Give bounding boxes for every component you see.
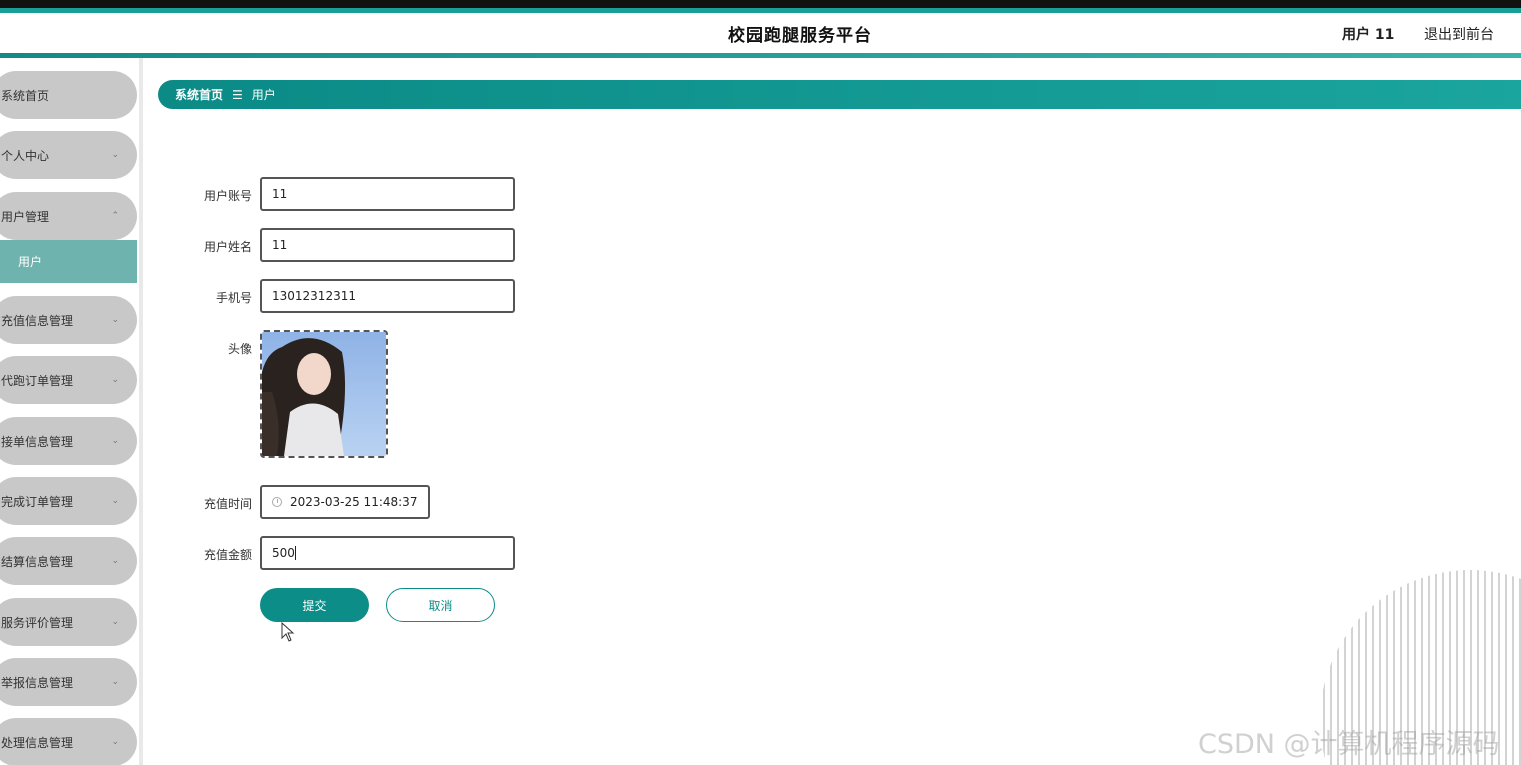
sidebar-subitem-label: 用户	[18, 255, 43, 269]
avatar-image	[262, 332, 386, 456]
sidebar-item-label: 完成订单管理	[1, 494, 74, 509]
chevron-down-icon: ⌄	[111, 617, 119, 627]
sidebar-item-reviews[interactable]: 服务评价管理 ⌄	[0, 598, 137, 646]
current-user: 用户 11	[1342, 27, 1395, 43]
avatar-upload[interactable]	[260, 330, 388, 458]
sidebar-item-completed-orders[interactable]: 完成订单管理 ⌄	[0, 477, 137, 525]
phone-label: 手机号	[215, 291, 252, 305]
sidebar: 系统首页 个人中心 ⌄ 用户管理 ⌃ 用户 充值信息管理 ⌄ 代跑订单管理 ⌄ …	[0, 58, 143, 765]
sidebar-item-accepted-orders[interactable]: 接单信息管理 ⌄	[0, 417, 137, 465]
sidebar-item-home[interactable]: 系统首页	[0, 71, 137, 119]
chevron-down-icon: ⌄	[111, 496, 119, 506]
chevron-down-icon: ⌄	[111, 677, 119, 687]
sidebar-item-label: 处理信息管理	[1, 735, 74, 750]
phone-input[interactable]: 13012312311	[260, 279, 515, 313]
sidebar-subitem-user[interactable]: 用户	[0, 240, 137, 283]
avatar-label: 头像	[227, 342, 252, 356]
sidebar-item-recharge[interactable]: 充值信息管理 ⌄	[0, 296, 137, 344]
chevron-down-icon: ⌄	[111, 315, 119, 325]
sidebar-item-label: 系统首页	[1, 88, 50, 103]
chevron-down-icon: ⌄	[111, 556, 119, 566]
sidebar-item-label: 结算信息管理	[1, 554, 74, 569]
chevron-down-icon: ⌄	[111, 375, 119, 385]
account-value: 11	[272, 187, 288, 201]
amount-label: 充值金额	[203, 548, 252, 562]
chevron-down-icon: ⌄	[111, 436, 119, 446]
chevron-down-icon: ⌄	[111, 150, 119, 160]
clock-icon	[272, 497, 282, 507]
top-dark-strip	[0, 0, 1521, 8]
phone-value: 13012312311	[272, 289, 356, 303]
breadcrumb-current: 用户	[251, 88, 276, 102]
sidebar-item-handling[interactable]: 处理信息管理 ⌄	[0, 718, 137, 765]
sidebar-item-label: 接单信息管理	[1, 434, 74, 449]
name-label: 用户姓名	[203, 240, 252, 254]
sidebar-item-label: 充值信息管理	[1, 313, 74, 328]
cancel-button[interactable]: 取消	[386, 588, 495, 622]
logout-link[interactable]: 退出到前台	[1424, 24, 1494, 44]
sidebar-item-label: 个人中心	[1, 148, 50, 163]
sidebar-item-label: 举报信息管理	[1, 675, 74, 690]
account-label: 用户账号	[203, 189, 252, 203]
sidebar-item-settlement[interactable]: 结算信息管理 ⌄	[0, 537, 137, 585]
amount-value: 500	[272, 546, 295, 560]
breadcrumb: 系统首页 ☰ 用户	[158, 80, 1521, 109]
chevron-down-icon: ⌄	[111, 737, 119, 747]
breadcrumb-home[interactable]: 系统首页	[175, 86, 223, 103]
sidebar-item-label: 服务评价管理	[1, 615, 74, 630]
sidebar-item-user-management[interactable]: 用户管理 ⌃	[0, 192, 137, 240]
mouse-pointer-icon	[281, 622, 295, 642]
header-divider	[0, 53, 1521, 58]
sidebar-item-errand-orders[interactable]: 代跑订单管理 ⌄	[0, 356, 137, 404]
sidebar-item-label: 代跑订单管理	[1, 373, 74, 388]
time-picker[interactable]: 2023-03-25 11:48:37	[260, 485, 430, 519]
text-caret	[294, 546, 296, 560]
sidebar-item-profile[interactable]: 个人中心 ⌄	[0, 131, 137, 179]
breadcrumb-separator-icon: ☰	[232, 87, 243, 102]
chevron-up-icon: ⌃	[111, 211, 119, 221]
watermark: CSDN @计算机程序源码	[1198, 729, 1500, 760]
time-value: 2023-03-25 11:48:37	[290, 495, 418, 509]
submit-button[interactable]: 提交	[260, 588, 369, 622]
account-input[interactable]: 11	[260, 177, 515, 211]
site-title: 校园跑腿服务平台	[728, 26, 872, 46]
sidebar-item-label: 用户管理	[1, 209, 50, 224]
amount-input[interactable]: 500	[260, 536, 515, 570]
sidebar-item-reports[interactable]: 举报信息管理 ⌄	[0, 658, 137, 706]
name-input[interactable]: 11	[260, 228, 515, 262]
name-value: 11	[272, 238, 288, 252]
time-label: 充值时间	[203, 497, 252, 511]
